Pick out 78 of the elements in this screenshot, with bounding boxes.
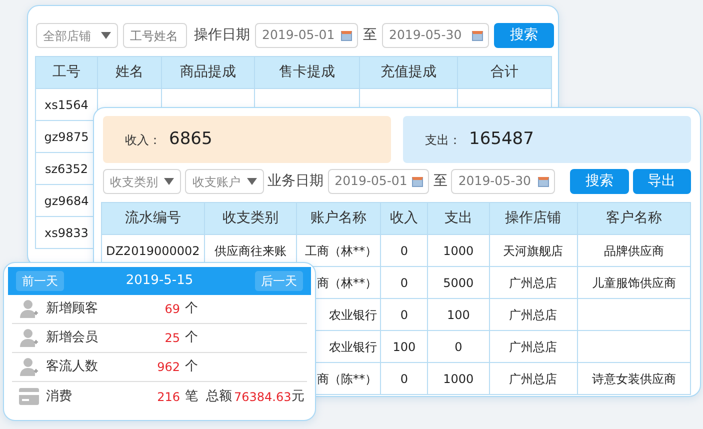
- column-header: 操作店铺: [489, 202, 578, 234]
- unit-label: 个: [185, 329, 198, 348]
- summary-label: 支出：: [425, 132, 461, 148]
- table-cell: 广州总店: [489, 362, 578, 394]
- table-cell: 0: [428, 330, 490, 362]
- export-button[interactable]: 导出: [632, 169, 691, 194]
- account-select[interactable]: 收支账户: [185, 169, 264, 194]
- caret-icon: [101, 32, 111, 39]
- column-header: 收支类别: [204, 202, 297, 234]
- card-icon: [19, 388, 39, 405]
- table-cell: 诗意女装供应商: [577, 362, 690, 394]
- summary-value: 6865: [169, 128, 212, 151]
- table-cell: 5000: [428, 266, 490, 298]
- store-select[interactable]: 全部店铺: [36, 23, 118, 48]
- table-cell: 0: [380, 362, 428, 394]
- summary-value: 165487: [469, 128, 534, 151]
- table-cell: 品牌供应商: [577, 234, 690, 266]
- table-cell: 儿童服饰供应商: [577, 266, 690, 298]
- date-field[interactable]: 2019-05-01: [255, 23, 358, 48]
- user-add-icon: [19, 299, 39, 319]
- column-header: 收入: [380, 202, 428, 234]
- calendar-icon: [472, 30, 483, 40]
- user-add-icon: [19, 357, 39, 377]
- table-cell: 广州总店: [489, 330, 578, 362]
- to-label: 至: [363, 26, 377, 45]
- date-field[interactable]: 2019-05-30: [382, 23, 489, 48]
- table-cell: 0: [380, 234, 428, 266]
- column-header: 姓名: [98, 56, 162, 88]
- calendar-icon: [538, 176, 550, 186]
- row-label: 新增会员: [46, 329, 99, 348]
- unit-label: 笔: [185, 388, 198, 406]
- user-add-icon: [19, 328, 39, 348]
- count-value: 69: [164, 301, 180, 318]
- column-header: 支出: [428, 202, 490, 234]
- table-cell: 100: [428, 298, 490, 330]
- caret-icon: [246, 178, 257, 185]
- calendar-icon: [412, 176, 424, 186]
- summary-label: 收入：: [125, 132, 161, 148]
- column-header: 商品提成: [162, 56, 254, 88]
- calendar-icon: [341, 30, 352, 40]
- date-field[interactable]: 2019-05-30: [451, 169, 556, 194]
- table-cell: 0: [380, 298, 428, 330]
- count-value: 25: [164, 330, 180, 347]
- prev-day-button[interactable]: 前一天: [16, 271, 64, 291]
- total-label: 总额: [206, 388, 232, 406]
- column-header: 充值提成: [360, 56, 458, 88]
- column-header: 售卡提成: [254, 56, 360, 88]
- table-cell: 1000: [428, 362, 490, 394]
- search-button[interactable]: 搜索: [570, 169, 628, 194]
- date-title: 2019-5-15: [126, 272, 194, 290]
- column-header: 合计: [458, 56, 552, 88]
- staff-field[interactable]: 工号姓名: [123, 23, 187, 48]
- column-header: 账户名称: [296, 202, 380, 234]
- next-day-button[interactable]: 后一天: [255, 271, 303, 291]
- count-value: 216: [156, 388, 180, 406]
- row-label: 客流人数: [46, 358, 99, 376]
- table-cell: 1000: [428, 234, 490, 266]
- search-button[interactable]: 搜索: [494, 23, 554, 48]
- row-label: 消费: [46, 388, 73, 406]
- caret-icon: [164, 178, 174, 185]
- row-label: 新增顾客: [46, 300, 99, 318]
- unit-label: 个: [185, 300, 198, 318]
- count-value: 962: [156, 359, 180, 376]
- table-cell: 广州总店: [489, 266, 578, 298]
- unit-label: 个: [185, 358, 198, 376]
- table-cell: 100: [380, 330, 428, 362]
- date-field[interactable]: 2019-05-01: [328, 169, 430, 194]
- date-label: 业务日期: [268, 172, 324, 191]
- column-header: 流水编号: [102, 202, 204, 234]
- date-label: 操作日期: [194, 26, 250, 45]
- table-cell: 天河旗舰店: [489, 234, 578, 266]
- total-value: 76384.63: [234, 388, 292, 406]
- table-cell: 0: [380, 266, 428, 298]
- to-label: 至: [433, 172, 448, 191]
- table-cell: 广州总店: [489, 298, 578, 330]
- column-header: 工号: [36, 56, 98, 88]
- category-select[interactable]: 收支类别: [103, 169, 182, 194]
- column-header: 客户名称: [577, 202, 690, 234]
